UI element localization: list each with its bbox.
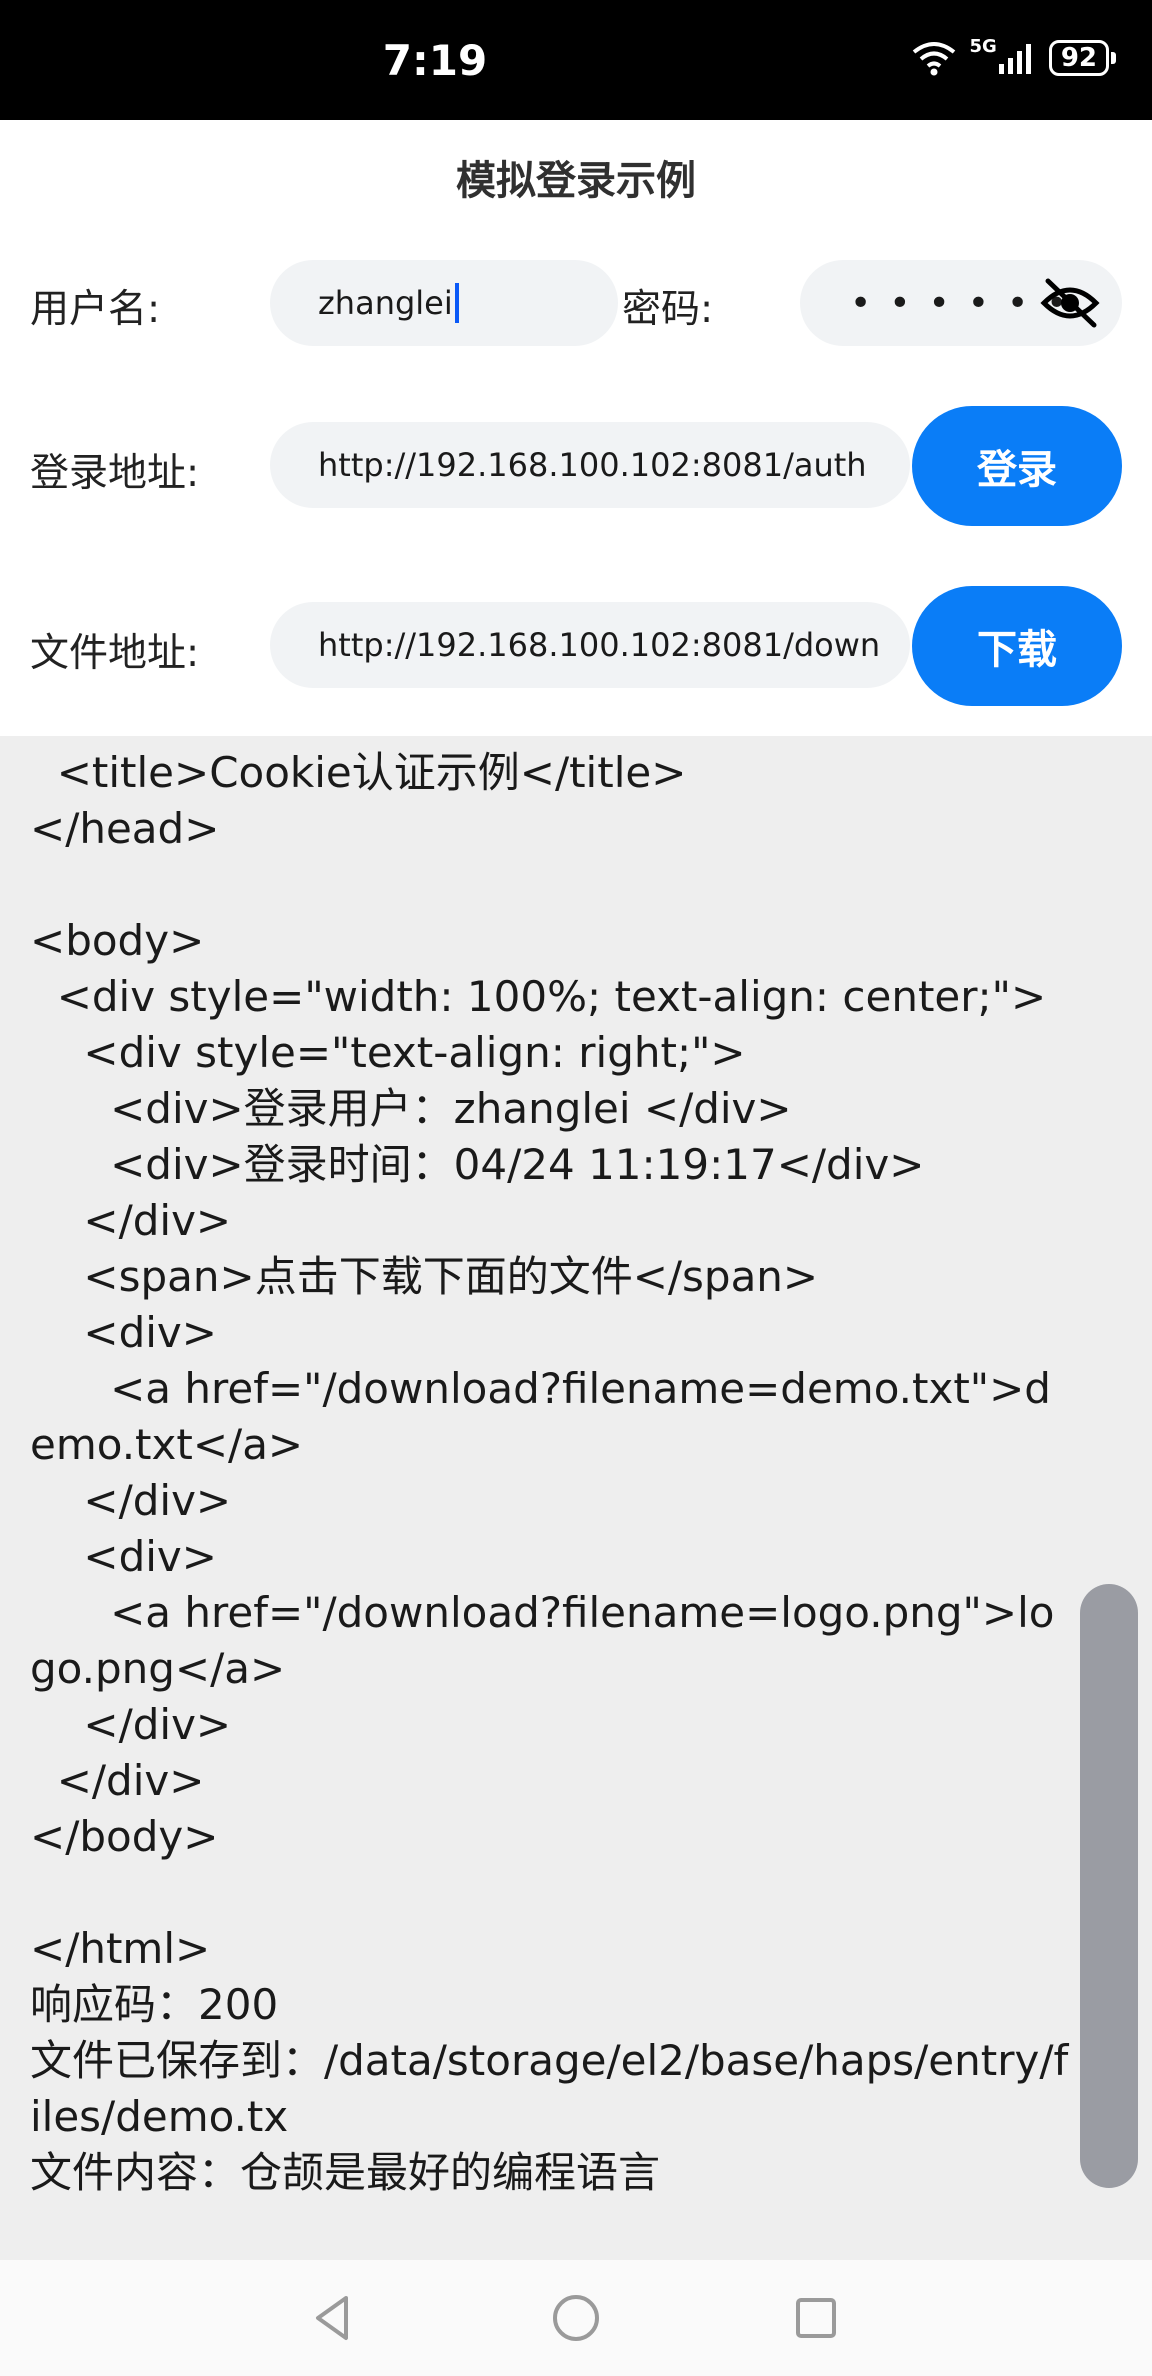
login-url-label: 登录地址: (30, 451, 200, 496)
navigation-bar (0, 2260, 1152, 2376)
username-input[interactable]: zhanglei (270, 260, 618, 346)
text-caret (454, 283, 459, 323)
wifi-icon (912, 42, 955, 76)
download-button[interactable]: 下载 (912, 586, 1122, 706)
response-output-area[interactable]: <meta charset="UTF-8"> <title>Cookie认证示例… (0, 736, 1152, 2260)
network-type-label: 5G (969, 35, 997, 57)
login-button[interactable]: 登录 (912, 406, 1122, 526)
password-label: 密码: (622, 287, 714, 332)
status-time: 7:19 (382, 36, 488, 85)
username-value: zhanglei (318, 284, 453, 322)
file-url-label: 文件地址: (30, 631, 200, 676)
scrollbar-thumb[interactable] (1080, 1584, 1138, 2188)
file-url-value: http://192.168.100.102:8081/downlo (318, 626, 878, 664)
back-triangle-icon[interactable] (306, 2290, 362, 2346)
response-text: <meta charset="UTF-8"> <title>Cookie认证示例… (30, 736, 1069, 2197)
status-bar: 7:19 5G 92 (0, 0, 1152, 120)
eye-slash-icon[interactable] (1040, 275, 1100, 331)
file-url-input[interactable]: http://192.168.100.102:8081/downlo (270, 602, 910, 688)
battery-icon: 92 (1048, 40, 1116, 76)
password-input[interactable]: •••••• (800, 260, 1122, 346)
page-title: 模拟登录示例 (456, 158, 696, 204)
recent-square-icon[interactable] (788, 2290, 844, 2346)
status-icons: 5G 92 (912, 36, 1116, 76)
login-url-input[interactable]: http://192.168.100.102:8081/auth (270, 422, 910, 508)
login-form-panel: 模拟登录示例 用户名: zhanglei 密码: •••••• 登录地址: ht… (0, 120, 1152, 736)
signal-icon (998, 44, 1031, 74)
home-circle-icon[interactable] (548, 2290, 604, 2346)
username-label: 用户名: (30, 287, 161, 332)
battery-level: 92 (1048, 40, 1109, 76)
login-url-value: http://192.168.100.102:8081/auth (318, 446, 867, 484)
